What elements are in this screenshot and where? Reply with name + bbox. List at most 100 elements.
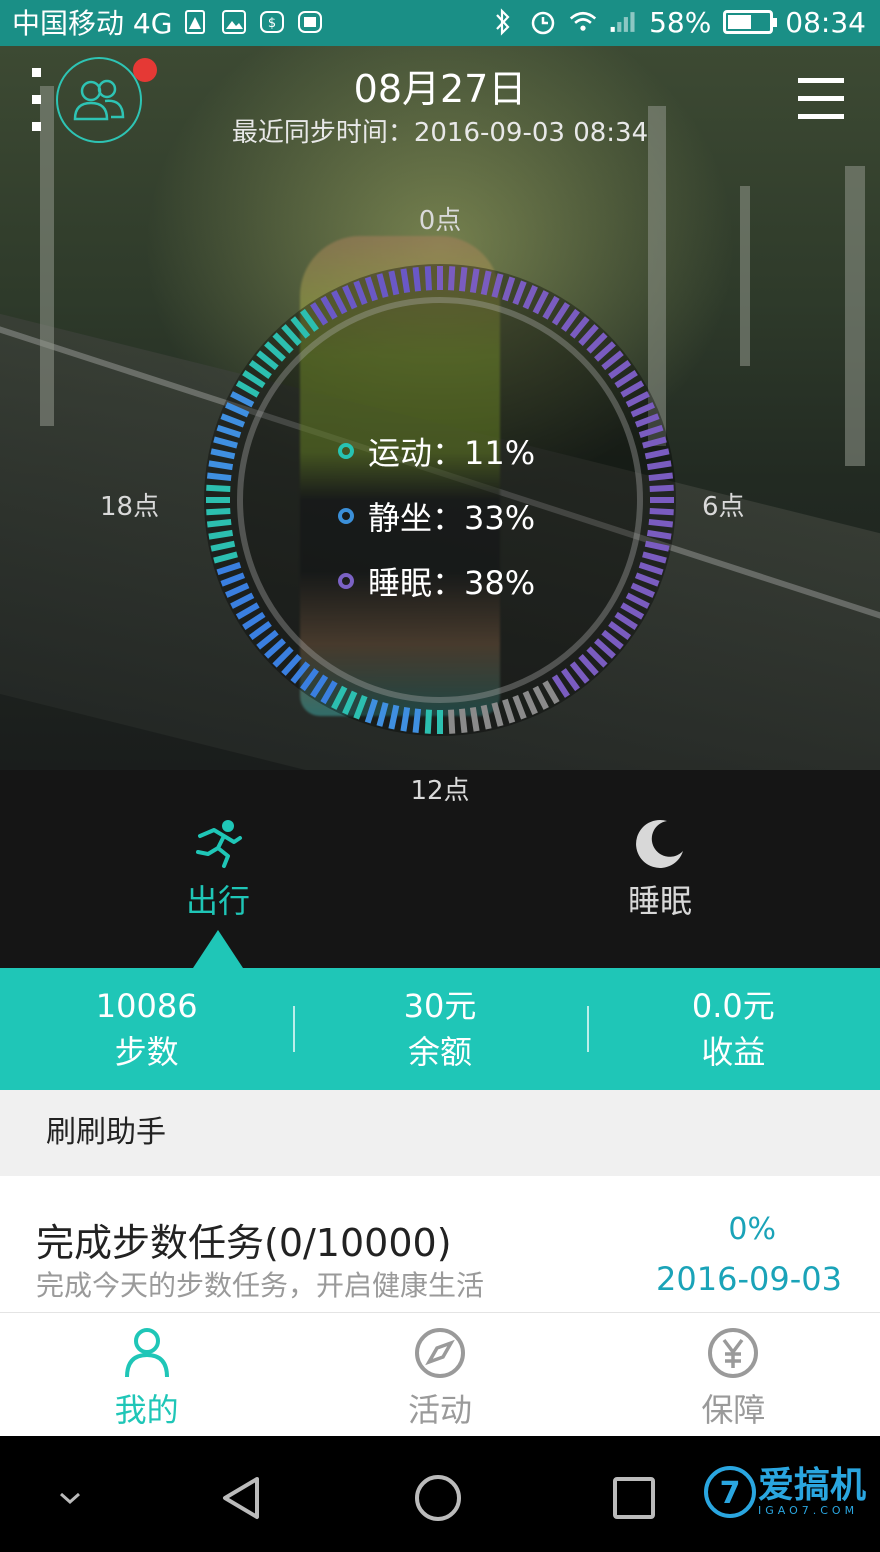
- activity-stat-label: 静坐：33%: [368, 498, 536, 537]
- moon-icon: [560, 816, 760, 872]
- nav-activity-label: 活动: [407, 1391, 472, 1429]
- watermark-logo-icon: 7: [703, 1466, 756, 1518]
- tab-sleep[interactable]: 睡眠: [560, 816, 760, 922]
- activity-stat-label: 运动：11%: [368, 433, 536, 472]
- recent-apps-icon[interactable]: [604, 1468, 664, 1528]
- wifi-icon: [569, 8, 597, 36]
- svg-text:$: $: [268, 16, 276, 31]
- status-bar: 中国移动 4G $ 58% 08:34: [0, 0, 880, 46]
- ring-segment: [646, 529, 672, 540]
- watermark-sub: IGAO7.COM: [757, 1503, 859, 1517]
- summary-bar: 10086 步数 30元 余额 0.0元 收益: [0, 968, 880, 1090]
- tab-travel-label: 出行: [185, 882, 250, 920]
- back-icon[interactable]: [212, 1468, 272, 1528]
- balance-label: 余额: [407, 1033, 472, 1071]
- task-progress: 0%: [728, 1212, 776, 1247]
- sim-alert-icon: [182, 8, 210, 36]
- person-icon: [122, 1325, 172, 1381]
- last-sync-time: 最近同步时间：2016-09-03 08:34: [231, 118, 649, 148]
- activity-stat-row: 睡眠：38%: [338, 548, 535, 613]
- ring-segment: [649, 484, 674, 493]
- watermark-brand: 爱搞机: [757, 1464, 866, 1506]
- ring-segment: [458, 266, 468, 292]
- activity-stat-row: 静坐：33%: [338, 483, 535, 548]
- bottom-navigation: 我的 活动 保障: [0, 1312, 880, 1436]
- activity-stat-row: 运动：11%: [338, 418, 535, 483]
- clock-label-6: 6点: [702, 492, 745, 522]
- ring-segment: [458, 708, 468, 734]
- ring-segment: [206, 518, 232, 528]
- ring-segment: [208, 529, 234, 540]
- step-task-item[interactable]: 完成步数任务(0/10000) 完成今天的步数任务，开启健康生活 0% 2016…: [0, 1176, 880, 1312]
- ring-segment: [447, 266, 456, 291]
- steps-value: 10086: [95, 987, 198, 1025]
- current-date[interactable]: 08月27日: [0, 58, 880, 113]
- compass-icon: [413, 1325, 467, 1381]
- ring-segment: [412, 708, 422, 734]
- ring-segment: [424, 266, 433, 291]
- nav-mine[interactable]: 我的: [0, 1313, 293, 1436]
- running-icon: [118, 816, 318, 872]
- mode-tab-bar: 12点 出行 睡眠: [0, 770, 880, 968]
- summary-steps[interactable]: 10086 步数: [0, 968, 293, 1090]
- activity-stat-label: 睡眠：38%: [368, 563, 536, 602]
- nav-insurance[interactable]: 保障: [587, 1313, 880, 1436]
- helper-section-title: 刷刷助手: [0, 1090, 880, 1176]
- summary-balance[interactable]: 30元 余额: [293, 968, 586, 1090]
- activity-stats: 运动：11% 静坐：33% 睡眠：38%: [338, 418, 535, 613]
- summary-earnings[interactable]: 0.0元 收益: [586, 968, 880, 1090]
- divider: [586, 1006, 589, 1052]
- ring-segment: [424, 709, 433, 734]
- home-icon[interactable]: [408, 1468, 468, 1528]
- stat-color-dot: [338, 507, 354, 524]
- stat-color-dot: [338, 572, 354, 589]
- ring-segment: [649, 507, 674, 516]
- wallet-app-icon: [296, 8, 324, 36]
- ring-segment: [469, 268, 480, 294]
- ring-segment: [648, 518, 674, 528]
- ring-segment: [206, 472, 232, 482]
- clock-label-0: 0点: [418, 206, 462, 236]
- yuan-icon: [706, 1325, 760, 1381]
- carrier-label: 中国移动 4G: [12, 7, 173, 40]
- active-tab-pointer: [193, 930, 243, 968]
- nav-mine-label: 我的: [114, 1391, 179, 1429]
- divider: [293, 1006, 296, 1052]
- task-date: 2016-09-03: [656, 1260, 842, 1298]
- money-app-icon: $: [258, 8, 286, 36]
- ring-segment: [648, 472, 674, 482]
- ring-segment: [469, 706, 480, 732]
- battery-icon: [723, 10, 778, 34]
- ring-segment: [206, 507, 231, 516]
- nav-insurance-label: 保障: [701, 1391, 766, 1429]
- clock-label-12: 12点: [410, 776, 470, 806]
- clock-time: 08:34: [785, 5, 866, 39]
- nav-activity[interactable]: 活动: [293, 1313, 586, 1436]
- watermark-logo: 7 爱搞机 IGAO7.COM: [702, 1464, 866, 1520]
- system-navigation-bar: 7 爱搞机 IGAO7.COM: [0, 1436, 880, 1552]
- ring-segment: [400, 268, 411, 294]
- stat-color-dot: [338, 442, 354, 459]
- clock-label-18: 18点: [100, 492, 160, 522]
- battery-fill: [728, 15, 752, 29]
- collapse-chevron-icon[interactable]: [40, 1468, 100, 1528]
- balance-value: 30元: [403, 987, 477, 1025]
- ring-segment: [447, 709, 456, 734]
- earnings-label: 收益: [701, 1033, 766, 1071]
- earnings-value: 0.0元: [691, 987, 775, 1025]
- hamburger-menu-icon[interactable]: [798, 78, 844, 122]
- watermark-logo-text: 7: [720, 1476, 741, 1511]
- ring-segment: [412, 266, 422, 292]
- task-description: 完成今天的步数任务，开启健康生活: [36, 1269, 485, 1302]
- battery-percent: 58%: [649, 5, 712, 39]
- bluetooth-icon: [489, 8, 517, 36]
- alarm-icon: [529, 8, 557, 36]
- ring-segment: [206, 484, 231, 493]
- ring-segment: [400, 706, 411, 732]
- tab-travel[interactable]: 出行: [118, 816, 318, 922]
- ring-segment: [208, 460, 234, 471]
- task-title: 完成步数任务(0/10000): [36, 1221, 452, 1265]
- signal-4g-icon: [609, 8, 637, 36]
- tab-sleep-label: 睡眠: [627, 882, 692, 920]
- activity-hero: 08月27日 最近同步时间：2016-09-03 08:34 0点 6点 18点…: [0, 46, 880, 770]
